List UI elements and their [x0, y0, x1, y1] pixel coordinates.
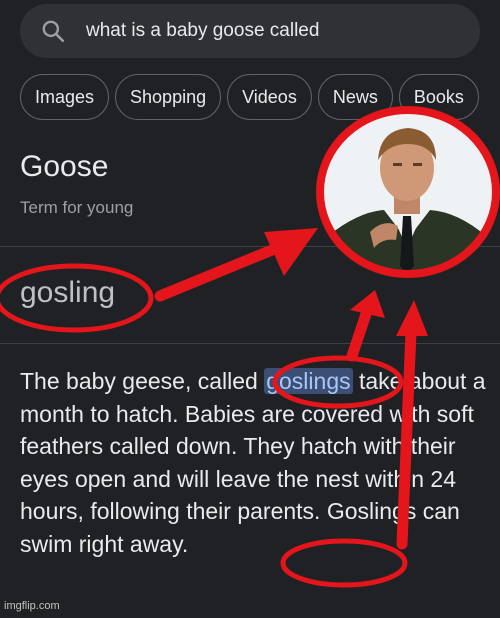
panel-title: Goose — [20, 150, 109, 183]
search-icon — [42, 20, 65, 43]
highlighted-term: goslings — [264, 368, 353, 394]
portrait-image — [318, 108, 496, 276]
arrow-shaft — [154, 244, 278, 302]
answer-snippet: The baby geese, called goslings take abo… — [20, 365, 490, 560]
panel-subtitle: Term for young — [20, 198, 134, 217]
search-bar[interactable]: what is a baby goose called — [20, 4, 480, 58]
divider — [0, 343, 500, 344]
tab-images[interactable]: Images — [20, 74, 110, 120]
arrow-shaft — [346, 302, 374, 362]
watermark: imgflip.com — [4, 600, 60, 612]
arrow-head — [350, 290, 385, 318]
arrow-head — [396, 300, 428, 336]
snippet-term: Goslings — [326, 498, 417, 524]
tab-shopping[interactable]: Shopping — [115, 74, 222, 120]
search-query[interactable]: what is a baby goose called — [86, 20, 319, 42]
tab-videos[interactable]: Videos — [227, 74, 312, 120]
answer-term: gosling — [20, 276, 116, 309]
arrow-head — [264, 228, 318, 276]
portrait-photo[interactable] — [318, 108, 496, 276]
snippet-text: The baby geese, called — [20, 368, 265, 394]
